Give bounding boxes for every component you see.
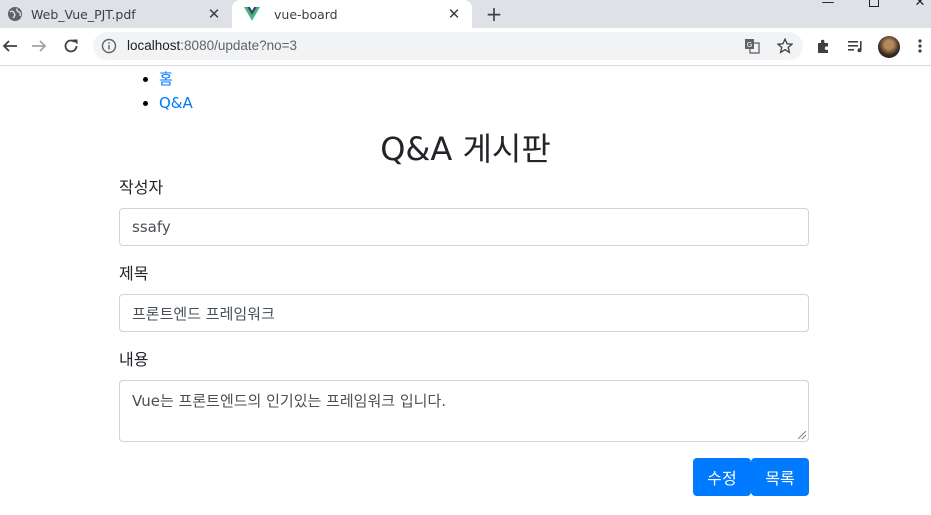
subject-input[interactable]: 프론트엔드 프레임워크	[119, 294, 809, 332]
tab-title: vue-board	[274, 6, 338, 22]
content-label: 내용	[119, 350, 149, 369]
window-close-icon[interactable]: ✕	[910, 0, 930, 10]
content-value: Vue는 프론트엔드의 인기있는 프레임워크 입니다.	[132, 392, 447, 410]
back-icon[interactable]	[0, 32, 24, 60]
tab-title: Web_Vue_PJT.pdf	[31, 6, 136, 22]
nav-link-home[interactable]: 홈	[159, 70, 173, 88]
tab-close-icon[interactable]: ✕	[204, 4, 224, 24]
browser-toolbar: localhost:8080/update?no=3 G	[0, 28, 931, 66]
author-label: 작성자	[119, 178, 164, 197]
more-menu-icon[interactable]	[910, 36, 930, 56]
profile-avatar[interactable]	[878, 36, 900, 58]
new-tab-icon[interactable]: +	[482, 2, 506, 26]
extensions-puzzle-icon[interactable]	[814, 36, 834, 56]
vue-logo-icon	[244, 6, 260, 22]
forward-icon[interactable]	[25, 32, 53, 60]
tab-close-icon[interactable]: ✕	[444, 4, 464, 24]
update-button[interactable]: 수정	[693, 458, 751, 496]
subject-value: 프론트엔드 프레임워크	[132, 304, 275, 323]
main-nav: 홈 Q&A	[159, 67, 193, 115]
bookmark-star-icon[interactable]	[776, 37, 794, 55]
subject-label: 제목	[119, 264, 149, 283]
content-textarea[interactable]: Vue는 프론트엔드의 인기있는 프레임워크 입니다.	[119, 380, 809, 442]
browser-tab-strip: Web_Vue_PJT.pdf ✕ vue-board ✕ + — ✕	[0, 0, 931, 28]
tab-vue-board[interactable]: vue-board ✕	[232, 0, 472, 28]
nav-link-qna[interactable]: Q&A	[159, 94, 193, 112]
minimize-icon[interactable]: —	[818, 0, 838, 10]
author-value: ssafy	[132, 218, 171, 236]
media-queue-icon[interactable]	[846, 36, 866, 56]
tab-pdf[interactable]: Web_Vue_PJT.pdf ✕	[0, 0, 232, 28]
globe-icon	[7, 6, 23, 22]
nav-item-home: 홈	[159, 67, 193, 91]
nav-item-qna: Q&A	[159, 91, 193, 115]
reload-icon[interactable]	[57, 32, 85, 60]
resize-handle-icon[interactable]	[798, 431, 806, 439]
svg-text:G: G	[747, 41, 752, 49]
address-bar[interactable]: localhost:8080/update?no=3 G	[93, 32, 803, 60]
site-info-icon[interactable]	[101, 38, 117, 54]
page-title: Q&A 게시판	[380, 130, 551, 168]
list-button[interactable]: 목록	[751, 458, 809, 496]
author-input[interactable]: ssafy	[119, 208, 809, 246]
url-host: localhost	[127, 38, 181, 53]
maximize-icon[interactable]	[864, 0, 884, 10]
url-path: :8080/update?no=3	[180, 38, 298, 53]
url-text: localhost:8080/update?no=3	[127, 38, 297, 53]
translate-icon[interactable]: G	[743, 37, 761, 55]
